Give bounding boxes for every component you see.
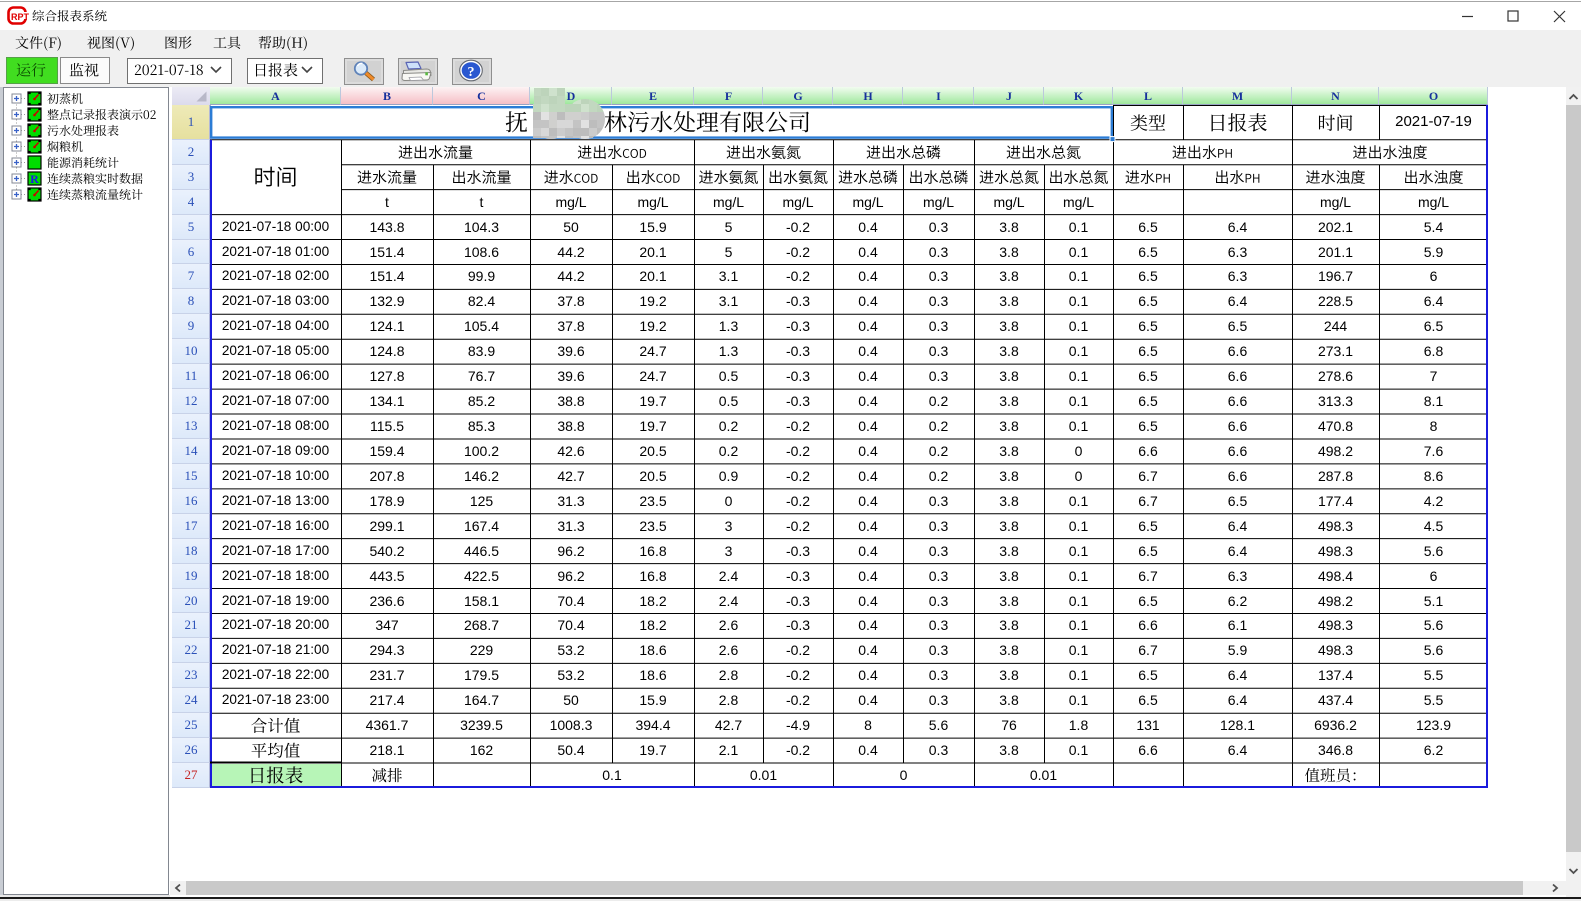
svg-text:R: R — [30, 172, 39, 186]
svg-text:?: ? — [468, 65, 475, 80]
svg-text:RPT: RPT — [11, 12, 30, 22]
